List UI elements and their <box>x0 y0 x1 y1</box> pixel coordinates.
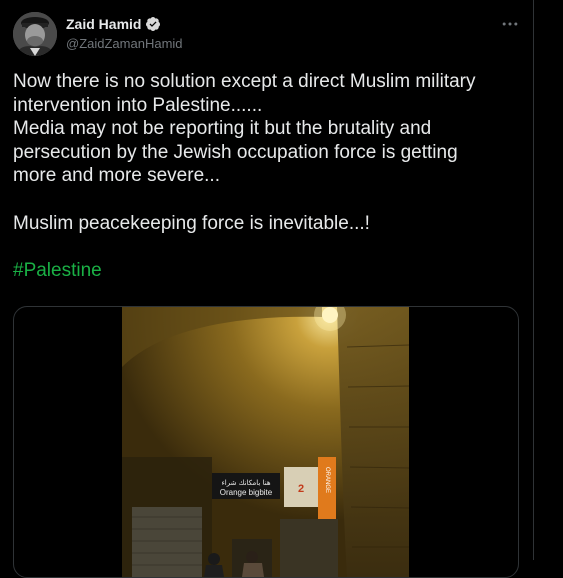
profile-photo-icon <box>13 12 57 56</box>
handle[interactable]: @ZaidZamanHamid <box>66 35 183 53</box>
more-horizontal-icon[interactable] <box>500 14 520 34</box>
name-row: Zaid Hamid <box>66 15 183 33</box>
tweet-text-line: intervention into Palestine...... <box>13 94 263 116</box>
tweet-text-line: Muslim peacekeeping force is inevitable.… <box>13 212 370 234</box>
tweet-text-line: Now there is no solution except a direct… <box>13 71 476 92</box>
tweet-text-line: persecution by the Jewish occupation for… <box>13 141 458 163</box>
video-frame-image: هنا بامكانك شراء Orange bigbite 2 ORANGE <box>122 307 409 577</box>
hashtag-link[interactable]: #Palestine <box>13 260 102 281</box>
avatar[interactable] <box>13 12 57 56</box>
vertical-sign-text: ORANGE <box>324 467 330 493</box>
tweet-text-line: Media may not be reporting it but the br… <box>13 118 432 140</box>
verified-badge-icon <box>146 17 161 31</box>
shop-sign-text: Orange bigbite <box>220 488 273 497</box>
display-name[interactable]: Zaid Hamid <box>66 15 141 33</box>
svg-text:2: 2 <box>298 483 304 495</box>
shop-sign-arabic: هنا بامكانك شراء <box>221 479 270 487</box>
tweet-header: Zaid Hamid @ZaidZamanHamid <box>66 15 183 53</box>
tweet[interactable]: Zaid Hamid @ZaidZamanHamid Now there is … <box>0 0 533 578</box>
tweet-text-line: more and more severe... <box>13 165 220 187</box>
tweet-text: Now there is no solution except a direct… <box>13 70 525 282</box>
video-thumbnail[interactable]: هنا بامكانك شراء Orange bigbite 2 ORANGE <box>122 307 409 577</box>
column-divider <box>533 0 534 560</box>
media-card[interactable]: هنا بامكانك شراء Orange bigbite 2 ORANGE <box>13 306 519 578</box>
